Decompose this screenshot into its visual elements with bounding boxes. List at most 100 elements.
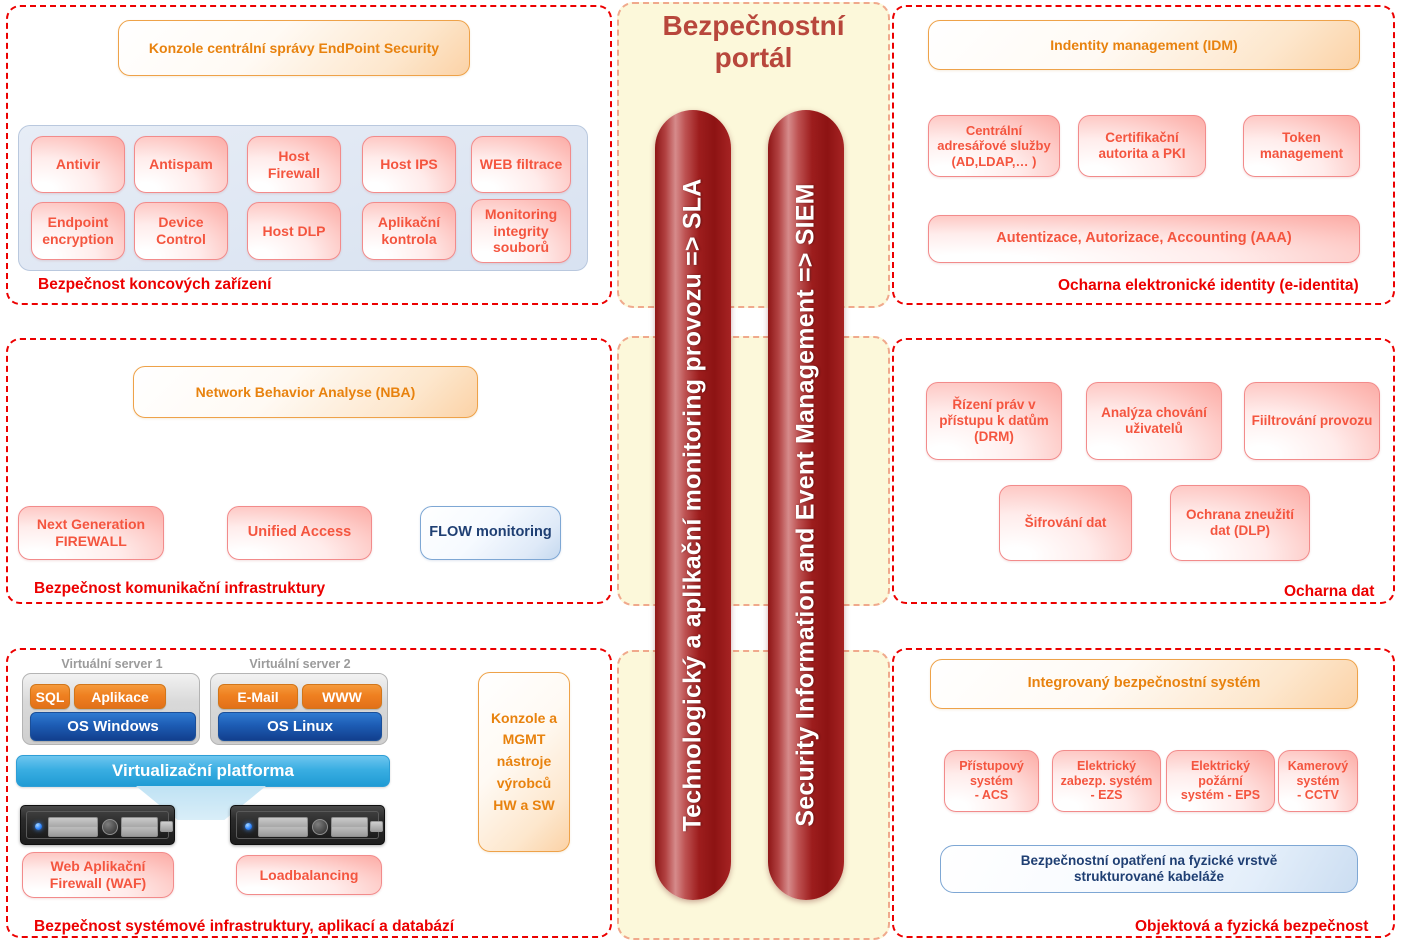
physical-tile-cctv[interactable]: Kamerový systém - CCTV <box>1278 750 1358 812</box>
endpoint-tile-host-ips[interactable]: Host IPS <box>362 136 456 193</box>
endpoint-tile-device-control[interactable]: Device Control <box>134 202 228 260</box>
data-tile-encryption[interactable]: Šifrování dat <box>999 485 1132 561</box>
caption-data: Ocharna dat <box>1284 583 1375 600</box>
aaa-label: Autentizace, Autorizace, Accounting (AAA… <box>996 230 1292 247</box>
integrated-label: Integrovaný bezpečnostní systém <box>1027 675 1261 692</box>
nba-box[interactable]: Network Behavior Analyse (NBA) <box>133 366 478 418</box>
tile-label: Antispam <box>149 156 213 173</box>
endpoint-tile-aplikacni-kontrola[interactable]: Aplikační kontrola <box>362 202 456 260</box>
physical-cabling-box[interactable]: Bezpečnostní opatření na fyzické vrstvě … <box>940 845 1358 893</box>
data-tile-user-behavior-analysis[interactable]: Analýza chování uživatelů <box>1086 382 1222 460</box>
caption-network: Bezpečnost komunikační infrastruktury <box>34 580 326 597</box>
data-tile-dlp[interactable]: Ochrana zneužití dat (DLP) <box>1170 485 1310 561</box>
tile-label: WEB filtrace <box>479 156 563 173</box>
tile-label: Endpoint encryption <box>42 214 114 247</box>
tile-label: FLOW monitoring <box>429 524 552 541</box>
server-bay-icon <box>48 817 98 837</box>
vs1-app-sql[interactable]: SQL <box>30 684 70 709</box>
vs1-app-aplikace[interactable]: Aplikace <box>74 684 166 709</box>
virtualization-platform-bar[interactable]: Virtualizační platforma <box>16 755 390 787</box>
server-display-icon <box>370 821 383 832</box>
siem-pill-label: Security Information and Event Managemen… <box>791 183 820 827</box>
tile-label: Next Generation FIREWALL <box>36 516 146 549</box>
network-tile-flow-monitoring[interactable]: FLOW monitoring <box>420 506 561 560</box>
diagram-canvas: Konzole centrální správy EndPoint Securi… <box>0 0 1401 943</box>
tile-label: Řízení práv v přístupu k datům (DRM) <box>939 397 1049 444</box>
tile-label: Fiiltrování provozu <box>1251 413 1373 429</box>
tile-label: Kamerový systém - CCTV <box>1287 758 1349 803</box>
os-label: OS Linux <box>267 718 333 735</box>
sla-pill[interactable]: Technologický a aplikační monitoring pro… <box>655 110 731 900</box>
tile-label: Šifrování dat <box>1024 515 1107 531</box>
endpoint-tile-host-dlp[interactable]: Host DLP <box>247 202 341 260</box>
server-knob-icon <box>312 819 328 835</box>
data-tile-traffic-filtering[interactable]: Fiiltrování provozu <box>1244 382 1380 460</box>
endpoint-tile-antivir[interactable]: Antivir <box>31 136 125 193</box>
caption-systems: Bezpečnost systémové infrastruktury, apl… <box>34 918 455 935</box>
idm-box[interactable]: Indentity management (IDM) <box>928 20 1360 70</box>
virtual-server-2-label: Virtuální server 2 <box>249 657 351 671</box>
tile-label: Ochrana zneužití dat (DLP) <box>1185 507 1295 538</box>
data-tile-drm[interactable]: Řízení práv v přístupu k datům (DRM) <box>926 382 1062 460</box>
server-bay-icon <box>121 817 158 837</box>
aaa-box[interactable]: Autentizace, Autorizace, Accounting (AAA… <box>928 215 1360 263</box>
endpoint-console-label: Konzole centrální správy EndPoint Securi… <box>148 39 440 56</box>
vs2-app-www[interactable]: WWW <box>302 684 382 709</box>
sla-pill-label: Technologický a aplikační monitoring pro… <box>678 178 707 832</box>
network-tile-next-generation-firewall[interactable]: Next Generation FIREWALL <box>18 506 164 560</box>
nba-label: Network Behavior Analyse (NBA) <box>195 383 416 400</box>
server-bay-icon <box>258 817 308 837</box>
identity-tile-certification-authority[interactable]: Certifikační autorita a PKI <box>1078 115 1206 177</box>
caption-endpoint: Bezpečnost koncových zařízení <box>38 276 272 293</box>
endpoint-console-box[interactable]: Konzole centrální správy EndPoint Securi… <box>118 20 470 76</box>
systems-tile-loadbalancing[interactable]: Loadbalancing <box>236 855 382 895</box>
center-portal-title: Bezpečnostní portál <box>662 10 845 74</box>
server-bay-icon <box>331 817 368 837</box>
siem-pill[interactable]: Security Information and Event Managemen… <box>768 110 844 900</box>
tile-label: Antivir <box>55 156 101 173</box>
tile-label: Elektrický požární systém - EPS <box>1180 758 1261 803</box>
tile-label: Host Firewall <box>267 147 321 181</box>
integrated-security-system-box[interactable]: Integrovaný bezpečnostní systém <box>930 659 1358 709</box>
console-mgmt-box[interactable]: Konzole a MGMT nástroje výrobců HW a SW <box>478 672 570 852</box>
tile-label: Analýza chování uživatelů <box>1101 405 1207 436</box>
tile-label: Host IPS <box>380 156 438 173</box>
tile-label: Elektrický zabezp. systém - EZS <box>1060 758 1153 803</box>
endpoint-tile-host-firewall[interactable]: Host Firewall <box>247 136 341 193</box>
server-display-icon <box>160 821 173 832</box>
server-hardware-2-icon <box>230 805 385 845</box>
chip-label: Aplikace <box>91 688 149 705</box>
vs2-app-email[interactable]: E-Mail <box>218 684 298 709</box>
tile-label: Monitoring integrity souborů <box>484 206 558 256</box>
tile-label: Token management <box>1259 130 1344 161</box>
physical-tile-acs[interactable]: Přístupový systém - ACS <box>944 750 1039 812</box>
endpoint-tile-endpoint-encryption[interactable]: Endpoint encryption <box>31 202 125 260</box>
tile-label: Loadbalancing <box>259 866 359 883</box>
physical-tile-eps[interactable]: Elektrický požární systém - EPS <box>1166 750 1275 812</box>
systems-tile-waf[interactable]: Web Aplikační Firewall (WAF) <box>22 852 174 898</box>
network-tile-unified-access[interactable]: Unified Access <box>227 506 372 560</box>
server-led-icon <box>35 823 42 830</box>
tile-label: Unified Access <box>247 524 352 541</box>
physical-tile-ezs[interactable]: Elektrický zabezp. systém - EZS <box>1052 750 1161 812</box>
tile-label: Host DLP <box>262 222 326 239</box>
tile-label: Centrální adresářové služby (AD,LDAP,… ) <box>937 123 1051 169</box>
endpoint-tile-monitoring-integrity[interactable]: Monitoring integrity souborů <box>471 199 571 263</box>
endpoint-tile-web-filtrace[interactable]: WEB filtrace <box>471 136 571 193</box>
server-led-icon <box>245 823 252 830</box>
endpoint-tile-antispam[interactable]: Antispam <box>134 136 228 193</box>
chip-label: E-Mail <box>237 688 279 705</box>
identity-tile-central-directory[interactable]: Centrální adresářové služby (AD,LDAP,… ) <box>928 115 1060 177</box>
caption-identity: Ocharna elektronické identity (e-identit… <box>1058 277 1359 294</box>
server-knob-icon <box>102 819 118 835</box>
tile-label: Přístupový systém - ACS <box>959 758 1024 803</box>
tile-label: Device Control <box>156 214 206 247</box>
cabling-label: Bezpečnostní opatření na fyzické vrstvě … <box>1020 853 1278 884</box>
chip-label: SQL <box>35 688 65 705</box>
identity-tile-token-management[interactable]: Token management <box>1243 115 1360 177</box>
tile-label: Web Aplikační Firewall (WAF) <box>49 858 147 891</box>
chip-label: WWW <box>322 688 362 705</box>
idm-label: Indentity management (IDM) <box>1050 36 1238 53</box>
vs2-os-linux[interactable]: OS Linux <box>218 712 382 741</box>
vs1-os-windows[interactable]: OS Windows <box>30 712 196 741</box>
